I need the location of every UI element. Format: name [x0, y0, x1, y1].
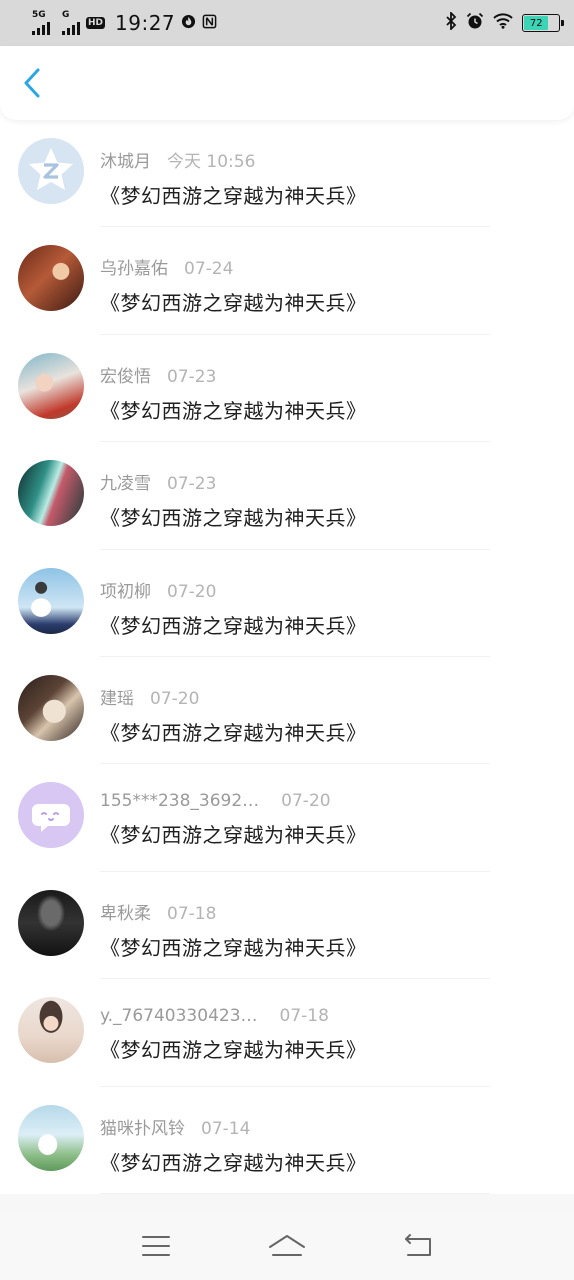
- sender-name: 沐城月: [100, 152, 151, 172]
- photo-avatar[interactable]: [18, 245, 84, 312]
- photo-avatar[interactable]: [18, 997, 84, 1064]
- sender-name: 建瑶: [100, 688, 134, 709]
- list-item[interactable]: 宏俊悟 07-23 《梦幻西游之穿越为神天兵》: [0, 335, 574, 443]
- message-date: 07-23: [167, 366, 217, 387]
- list-item[interactable]: 乌孙嘉佑 07-24 《梦幻西游之穿越为神天兵》: [0, 227, 574, 336]
- network-label-1: 5G: [32, 9, 46, 20]
- home-icon: [268, 1235, 305, 1256]
- sender-name: 项初柳: [100, 581, 151, 602]
- default-z-avatar[interactable]: [18, 138, 84, 204]
- message-title: 《梦幻西游之穿越为神天兵》: [100, 398, 367, 423]
- sender-name: 猫咪扑风铃: [100, 1118, 185, 1139]
- photo-avatar[interactable]: [18, 1104, 84, 1171]
- list-item[interactable]: 沐城月 今天 10:56 《梦幻西游之穿越为神天兵》: [0, 120, 574, 228]
- chevron-left-icon: [24, 68, 40, 98]
- battery-level: 72: [529, 17, 543, 29]
- network-label-2: G: [62, 9, 70, 20]
- message-title: 《梦幻西游之穿越为神天兵》: [100, 1150, 367, 1175]
- list-item[interactable]: 卑秋柔 07-18 《梦幻西游之穿越为神天兵》: [0, 872, 574, 980]
- photo-avatar[interactable]: [18, 567, 84, 634]
- sender-name: 卑秋柔: [100, 903, 151, 924]
- message-title: 《梦幻西游之穿越为神天兵》: [100, 1038, 367, 1063]
- message-title: 《梦幻西游之穿越为神天兵》: [100, 613, 367, 638]
- fire-icon: [181, 14, 196, 33]
- list-item[interactable]: 项初柳 07-20 《梦幻西游之穿越为神天兵》: [0, 550, 574, 658]
- menu-icon: [141, 1236, 170, 1256]
- home-button[interactable]: [257, 1221, 317, 1271]
- message-title: 《梦幻西游之穿越为神天兵》: [100, 506, 367, 531]
- system-nav-bar: [0, 1212, 574, 1280]
- message-date: 07-18: [279, 1006, 329, 1027]
- page-header: [0, 46, 574, 120]
- sender-name: 九凌雪: [100, 474, 151, 495]
- message-title: 《梦幻西游之穿越为神天兵》: [100, 935, 367, 960]
- chat-bubble-avatar[interactable]: [18, 782, 84, 849]
- message-title: 《梦幻西游之穿越为神天兵》: [100, 291, 367, 316]
- system-back-button[interactable]: [388, 1221, 448, 1271]
- signal-5g-icon: 5G: [32, 9, 50, 35]
- sender-name: y._76740330423…: [100, 1006, 258, 1027]
- photo-avatar[interactable]: [18, 460, 84, 527]
- photo-avatar[interactable]: [18, 889, 84, 956]
- list-item[interactable]: y._76740330423… 07-18 《梦幻西游之穿越为神天兵》: [0, 979, 574, 1087]
- message-date: 07-23: [167, 474, 217, 495]
- back-icon: [405, 1234, 432, 1256]
- message-title: 《梦幻西游之穿越为神天兵》: [100, 184, 367, 208]
- status-time: 19:27: [115, 11, 176, 35]
- signal-g-icon: G: [62, 9, 80, 35]
- message-date: 07-20: [150, 688, 200, 709]
- bluetooth-icon: [445, 10, 457, 34]
- message-date: 今天 10:56: [167, 152, 256, 172]
- wifi-icon: [493, 13, 513, 33]
- sender-name: 155***238_3692…: [100, 791, 260, 812]
- message-list: 沐城月 今天 10:56 《梦幻西游之穿越为神天兵》 乌孙嘉佑 07-24 《梦幻西…: [0, 120, 574, 1195]
- back-button[interactable]: [18, 63, 46, 103]
- list-item[interactable]: 155***238_3692… 07-20 《梦幻西游之穿越为神天兵》: [0, 764, 574, 873]
- battery-icon: 72: [522, 14, 564, 32]
- sender-name: 乌孙嘉佑: [100, 259, 168, 280]
- status-bar: 5G G HD 19:27 72: [0, 0, 574, 46]
- photo-avatar[interactable]: [18, 352, 84, 419]
- message-date: 07-18: [167, 903, 217, 924]
- list-item[interactable]: 猫咪扑风铃 07-14 《梦幻西游之穿越为神天兵》: [0, 1087, 574, 1195]
- alarm-icon: [466, 12, 484, 34]
- message-title: 《梦幻西游之穿越为神天兵》: [100, 720, 367, 745]
- hd-icon: HD: [86, 17, 106, 29]
- list-bottom-divider: [0, 1194, 574, 1212]
- sender-name: 宏俊悟: [100, 366, 151, 387]
- message-date: 07-20: [281, 791, 331, 812]
- list-item[interactable]: 九凌雪 07-23 《梦幻西游之穿越为神天兵》: [0, 442, 574, 550]
- message-date: 07-20: [167, 581, 217, 602]
- message-title: 《梦幻西游之穿越为神天兵》: [100, 823, 367, 848]
- message-date: 07-24: [184, 259, 234, 280]
- photo-avatar[interactable]: [18, 674, 84, 741]
- nfc-icon: [202, 14, 217, 33]
- menu-button[interactable]: [126, 1221, 186, 1271]
- list-item[interactable]: 建瑶 07-20 《梦幻西游之穿越为神天兵》: [0, 657, 574, 765]
- message-date: 07-14: [201, 1118, 251, 1139]
